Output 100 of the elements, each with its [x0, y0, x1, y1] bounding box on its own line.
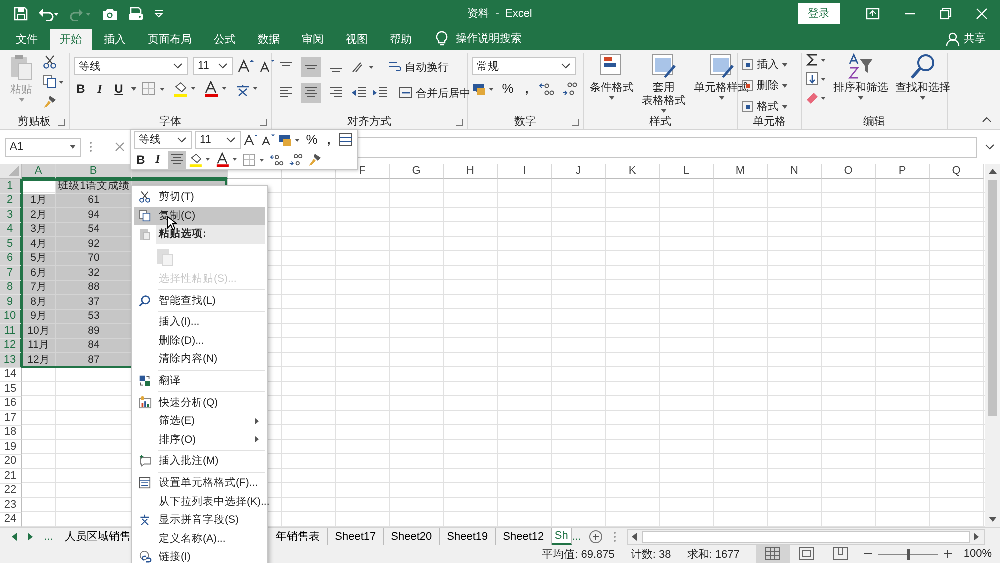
restore-icon[interactable]	[940, 8, 952, 20]
more-sheets-button[interactable]: ...	[44, 530, 54, 542]
more-sheets-button[interactable]: ...	[572, 530, 582, 542]
menu-item[interactable]: 显示拼音字段(S)	[134, 510, 265, 530]
cells-icon[interactable]	[742, 58, 754, 70]
wrap-text-icon[interactable]	[388, 60, 402, 74]
horizontal-scrollbar[interactable]	[627, 528, 985, 544]
vertical-scrollbar[interactable]	[985, 164, 1000, 527]
ribbon-tab[interactable]: 文件	[6, 29, 48, 50]
styles-button[interactable]: 条件格式	[590, 82, 634, 95]
table-format-icon[interactable]	[339, 132, 353, 146]
scroll-left-icon[interactable]	[632, 532, 638, 540]
fill-down-icon[interactable]	[806, 72, 828, 86]
table-style-icon[interactable]	[650, 53, 678, 81]
caret-icon[interactable]	[858, 96, 864, 100]
normal-view-icon[interactable]	[756, 545, 790, 563]
caret-icon[interactable]	[131, 87, 137, 91]
styles-button[interactable]: 套用 表格格式	[642, 82, 686, 108]
caret-icon[interactable]	[609, 96, 615, 100]
caret-icon[interactable]	[782, 62, 788, 66]
customize-caret-icon[interactable]	[154, 10, 164, 18]
font-color-icon[interactable]	[216, 152, 240, 168]
cells-button[interactable]: 插入	[757, 57, 779, 72]
collapse-ribbon-icon[interactable]	[982, 117, 992, 123]
scroll-left-icon[interactable]	[12, 532, 18, 540]
column-header[interactable]: Q	[930, 164, 984, 179]
decrease-font-icon[interactable]	[261, 132, 275, 146]
wrap-text-button[interactable]: 自动换行	[405, 60, 449, 74]
scroll-up-icon[interactable]	[988, 168, 996, 174]
close-icon[interactable]	[976, 8, 988, 20]
decrease-decimal-icon[interactable]	[289, 152, 305, 166]
fill-color-icon[interactable]	[173, 81, 199, 97]
merge-center-button[interactable]: 合并后居中	[416, 86, 471, 100]
menu-item[interactable]: 链接(I)	[134, 548, 265, 563]
row-header[interactable]: 13	[0, 353, 22, 368]
scroll-down-icon[interactable]	[988, 517, 996, 523]
increase-indent-icon[interactable]	[372, 86, 388, 100]
caret-icon[interactable]	[782, 104, 788, 108]
font-size-select[interactable]: 11	[195, 130, 241, 148]
row-header[interactable]: 24	[0, 512, 22, 527]
menu-item[interactable]: 智能查找(L)	[134, 291, 265, 310]
row-header[interactable]: 16	[0, 396, 22, 411]
caret-icon[interactable]	[718, 96, 724, 100]
zoom-slider-thumb[interactable]	[906, 548, 910, 560]
increase-font-icon[interactable]	[244, 132, 258, 146]
row-header[interactable]: 9	[0, 295, 22, 310]
menu-item[interactable]: 复制(C)	[134, 206, 265, 226]
column-header[interactable]: L	[660, 164, 714, 179]
tell-me-search[interactable]: 操作说明搜索	[456, 29, 522, 50]
save-icon[interactable]	[14, 6, 28, 20]
increase-decimal-icon[interactable]	[270, 152, 286, 166]
eraser-icon[interactable]	[806, 91, 828, 105]
menu-item[interactable]: 插入(I)...	[134, 312, 265, 332]
column-header[interactable]: P	[876, 164, 930, 179]
row-header[interactable]: 20	[0, 454, 22, 469]
ribbon-tab[interactable]: 插入	[94, 29, 136, 50]
editing-button[interactable]: 查找和选择	[896, 82, 950, 95]
chevron-icon[interactable]	[561, 63, 571, 69]
horizontal-align-icon[interactable]	[301, 83, 321, 103]
chevron-icon[interactable]	[177, 136, 187, 142]
scroll-right-icon[interactable]	[28, 532, 34, 540]
border-icon[interactable]	[142, 82, 168, 96]
orientation-icon[interactable]	[351, 60, 377, 74]
center-align-icon[interactable]	[168, 150, 186, 168]
column-header[interactable]: B	[56, 164, 132, 179]
ribbon-tab[interactable]: 公式	[204, 29, 246, 50]
undo-icon[interactable]	[38, 6, 60, 20]
share-button[interactable]: 共享	[964, 29, 986, 50]
row-header[interactable]: 1	[0, 179, 22, 194]
sign-in-button[interactable]: 登录	[798, 3, 840, 24]
row-header[interactable]: 22	[0, 484, 22, 498]
font-color-icon[interactable]	[204, 81, 230, 97]
menu-item[interactable]: 设置单元格格式(F)...	[134, 474, 265, 492]
sheet-tab[interactable]: Sh	[552, 528, 572, 545]
number-style-button[interactable]: ,	[520, 82, 534, 96]
menu-item[interactable]: 翻译	[134, 372, 265, 390]
vertical-align-icon[interactable]	[301, 57, 321, 77]
ribbon-tab[interactable]: 视图	[336, 29, 378, 50]
table-style-icon[interactable]	[708, 53, 736, 81]
clipboard-icon[interactable]	[8, 53, 34, 83]
person-icon[interactable]	[946, 32, 960, 46]
editing-button[interactable]: 排序和筛选	[834, 82, 888, 95]
format-painter-icon[interactable]	[308, 152, 322, 166]
accounting-format-icon[interactable]	[278, 132, 302, 146]
decrease-font-icon[interactable]	[259, 59, 275, 73]
menu-item[interactable]: 清除内容(N)	[134, 350, 265, 369]
expand-formula-icon[interactable]	[985, 144, 995, 150]
menu-item[interactable]: 定义名称(A)...	[134, 530, 265, 548]
font-name-select[interactable]: 等线	[74, 57, 188, 75]
font-name-select[interactable]: 等线	[134, 130, 192, 148]
number-style-button[interactable]: %	[501, 81, 515, 96]
dialog-launcher-icon[interactable]	[572, 119, 579, 126]
merge-cells-icon[interactable]	[399, 86, 413, 100]
zoom-in-icon[interactable]	[944, 550, 952, 558]
caret-icon[interactable]	[920, 96, 926, 100]
number-format-select[interactable]: 常规	[472, 57, 576, 75]
sum-icon[interactable]	[806, 53, 828, 67]
column-header[interactable]: K	[606, 164, 660, 179]
row-header[interactable]: 11	[0, 324, 22, 338]
search-icon[interactable]	[909, 53, 937, 81]
